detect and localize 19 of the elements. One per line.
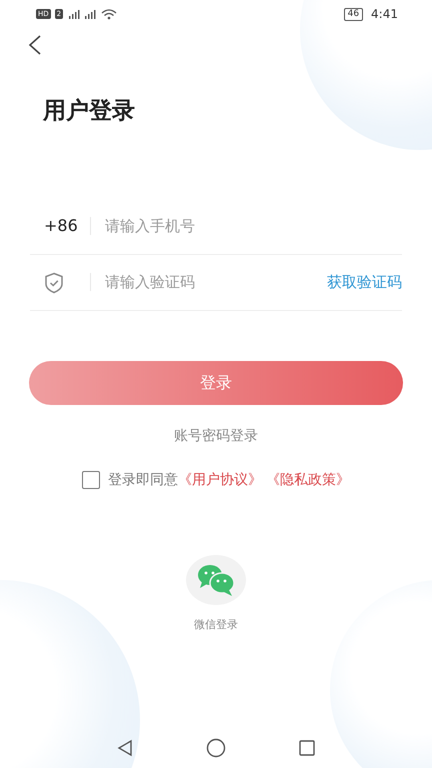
agreement-link[interactable]: 《隐私政策》 bbox=[266, 472, 350, 488]
home-nav-icon[interactable] bbox=[206, 738, 226, 758]
back-nav-icon[interactable] bbox=[116, 739, 134, 757]
agreement-link[interactable]: 《用户协议》 bbox=[178, 472, 262, 488]
password-login-link[interactable]: 账号密码登录 bbox=[168, 424, 264, 448]
status-time: 4:41 bbox=[371, 6, 398, 23]
login-button[interactable]: 登录 bbox=[29, 360, 403, 404]
recents-nav-icon[interactable] bbox=[298, 739, 316, 757]
wechat-login-label: 微信登录 bbox=[194, 616, 238, 632]
agreement-text: 登录即同意《用户协议》 《隐私政策》 bbox=[108, 470, 350, 490]
code-input[interactable]: 请输入验证码 bbox=[105, 270, 327, 294]
chat-bubbles-icon bbox=[196, 562, 236, 596]
get-code-link[interactable]: 获取验证码 bbox=[327, 270, 402, 294]
page-title: 用户登录 bbox=[43, 97, 136, 126]
phone-input[interactable]: 请输入手机号 bbox=[105, 214, 402, 238]
shield-check-icon bbox=[44, 272, 64, 294]
agree-checkbox[interactable] bbox=[82, 471, 100, 489]
country-code[interactable]: +86 bbox=[44, 214, 90, 238]
battery-indicator: 46 bbox=[344, 8, 364, 20]
